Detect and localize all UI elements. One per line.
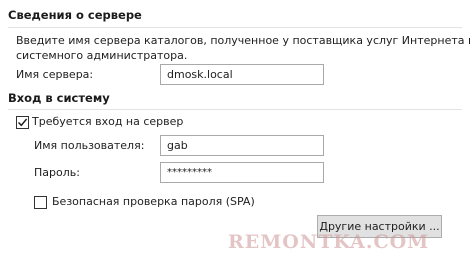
checkmark-icon (18, 118, 28, 127)
section-divider (8, 109, 462, 110)
spa-checkbox[interactable] (34, 196, 47, 209)
server-name-label: Имя сервера: (16, 68, 94, 81)
server-info-title: Сведения о сервере (8, 8, 142, 22)
requires-login-label[interactable]: Требуется вход на сервер (32, 115, 183, 128)
server-name-field[interactable] (160, 64, 324, 85)
watermark-text: REMONTKA.COM (228, 231, 430, 253)
spa-label[interactable]: Безопасная проверка пароля (SPA) (52, 195, 255, 208)
login-title: Вход в систему (8, 91, 110, 105)
username-field[interactable] (160, 135, 324, 156)
username-label: Имя пользователя: (34, 139, 145, 152)
requires-login-checkbox[interactable] (16, 116, 29, 129)
server-info-description-line1: Введите имя сервера каталогов, полученно… (16, 34, 470, 47)
section-divider (8, 27, 462, 28)
password-label: Пароль: (34, 166, 80, 179)
password-field[interactable] (160, 162, 324, 183)
server-info-description-line2: системного администратора. (16, 49, 188, 62)
